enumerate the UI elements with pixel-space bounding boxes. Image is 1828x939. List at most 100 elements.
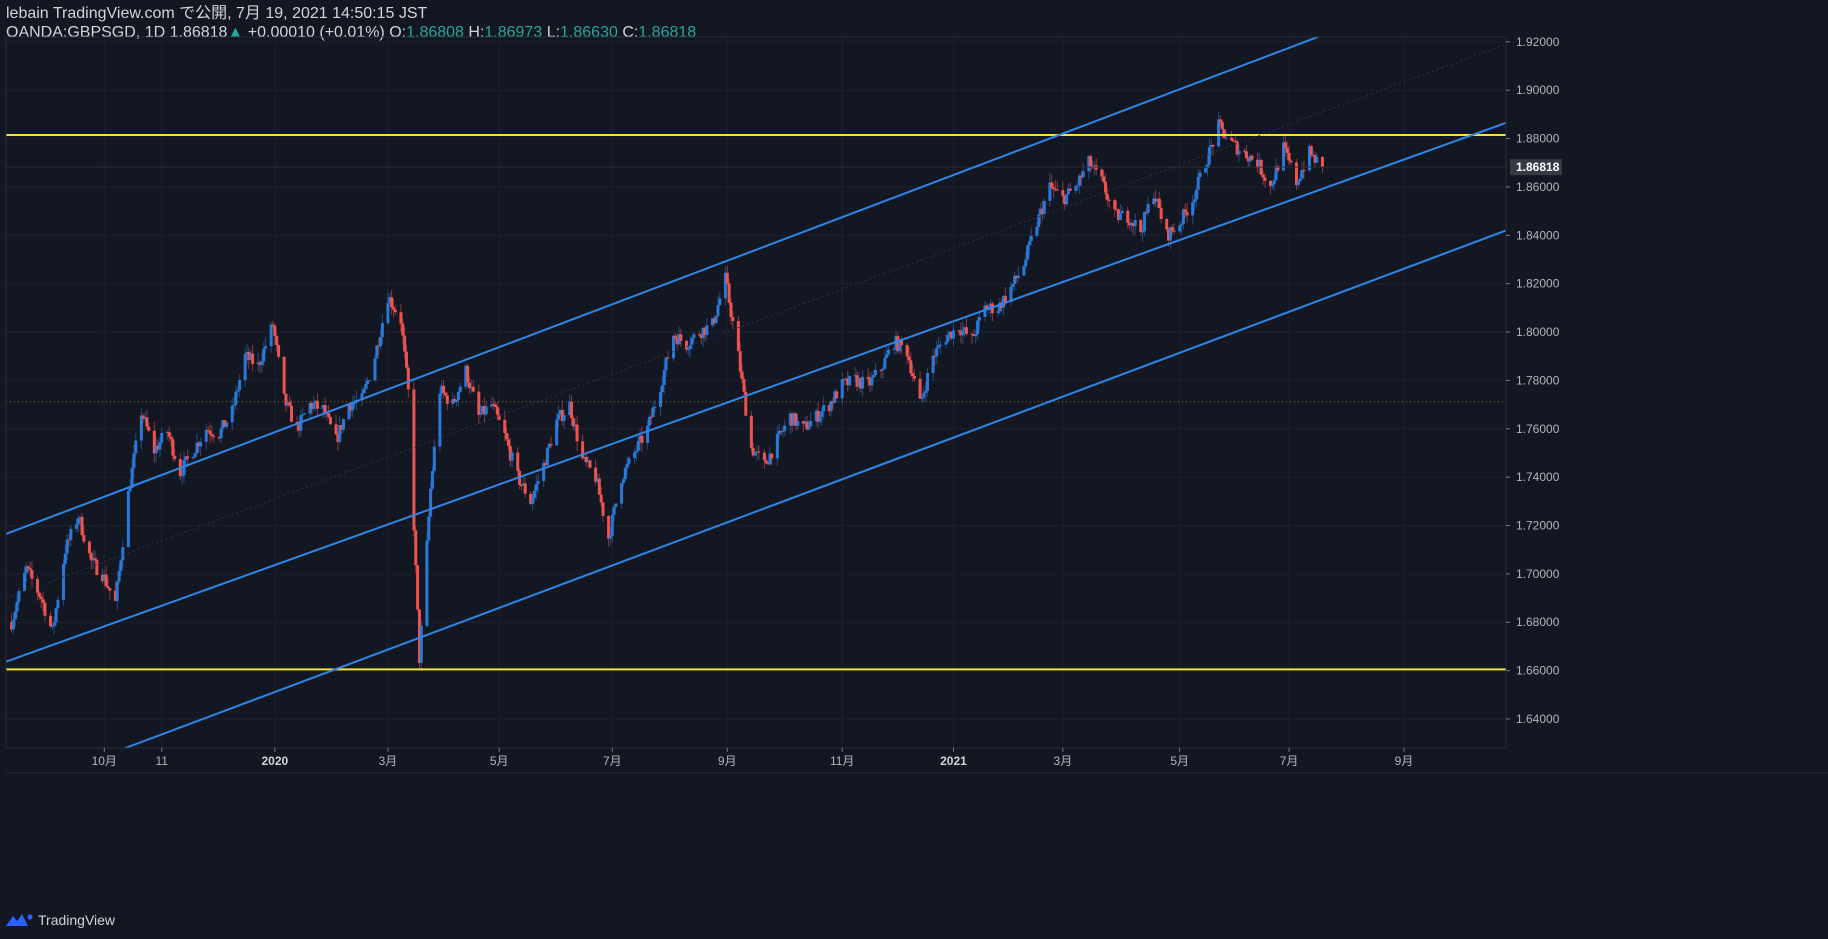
candle-body <box>269 324 273 347</box>
candle-body <box>874 370 878 376</box>
candle-body <box>341 419 345 430</box>
candle-body <box>662 370 666 386</box>
candle-body <box>13 611 17 620</box>
candle-body <box>807 426 811 430</box>
candle-body <box>232 404 236 406</box>
candle-body <box>1029 236 1033 242</box>
candle-body <box>1120 210 1124 214</box>
candle-body <box>145 417 149 427</box>
candle-body <box>121 547 125 561</box>
candles-layer <box>10 111 1324 672</box>
drawings-layer <box>6 37 1506 748</box>
x-tick-label: 9月 <box>718 754 737 768</box>
candle-body <box>1055 189 1059 191</box>
candle-body <box>275 335 279 346</box>
candle-body <box>599 494 603 503</box>
candle-body <box>977 316 981 321</box>
candle-body <box>303 413 307 415</box>
candle-body <box>367 380 371 382</box>
candle-body <box>160 433 164 443</box>
x-tick-label: 10月 <box>92 754 117 768</box>
candle-body <box>126 490 130 548</box>
candle-body <box>736 320 740 352</box>
candle-body <box>623 467 627 480</box>
candle-body <box>167 431 171 437</box>
candle-body <box>848 375 852 386</box>
candle-body <box>106 585 110 589</box>
candle-body <box>646 425 650 443</box>
candle-body <box>881 368 885 371</box>
candle-body <box>427 516 431 541</box>
candle-body <box>686 349 690 351</box>
candle-body <box>913 376 917 379</box>
candle-body <box>404 351 408 368</box>
candle-body <box>1076 185 1080 187</box>
tradingview-logo-icon <box>6 914 33 926</box>
candle-body <box>139 415 143 441</box>
candle-body <box>775 434 779 459</box>
candle-body <box>614 503 618 507</box>
candle-body <box>911 373 915 377</box>
candle-body <box>532 490 536 499</box>
candle-body <box>1052 187 1056 190</box>
candle-body <box>193 453 197 458</box>
candle-body <box>277 345 281 357</box>
candle-body <box>56 599 60 609</box>
candle-body <box>1026 245 1030 260</box>
candle-body <box>1011 284 1015 288</box>
candle-body <box>892 348 896 350</box>
candle-body <box>634 450 638 453</box>
candle-body <box>1250 155 1254 160</box>
candle-body <box>974 334 978 337</box>
candle-body <box>757 451 761 453</box>
candle-body <box>147 426 151 431</box>
candle-body <box>666 357 670 359</box>
candle-body <box>1185 211 1189 216</box>
candle-body <box>455 399 459 402</box>
candle-body <box>909 360 913 374</box>
candle-body <box>1024 259 1028 267</box>
footer: TradingView <box>6 910 115 930</box>
candle-body <box>753 452 757 456</box>
candle-body <box>633 452 637 459</box>
candle-body <box>119 560 123 571</box>
candle-body <box>1172 230 1176 232</box>
candle-body <box>1220 122 1224 130</box>
candle-body <box>1224 137 1228 139</box>
candle-body <box>362 389 366 394</box>
candle-body <box>456 391 460 400</box>
candle-body <box>206 429 210 431</box>
candle-body <box>52 622 56 626</box>
candle-body <box>597 478 601 495</box>
candle-body <box>731 317 735 321</box>
candle-body <box>659 392 663 407</box>
candle-body <box>783 425 787 431</box>
price-chart[interactable]: 1.92000 1.90000 1.88000 1.86000 1.84000 1.820… <box>0 0 1828 939</box>
candle-body <box>251 353 255 365</box>
candle-body <box>920 397 924 399</box>
candle-body <box>1003 295 1007 302</box>
candle-body <box>264 346 268 349</box>
candle-body <box>169 436 173 440</box>
candle-body <box>714 315 718 324</box>
candle-body <box>173 455 177 459</box>
candle-body <box>380 323 384 337</box>
candle-body <box>180 475 184 477</box>
candle-body <box>392 307 396 310</box>
candle-body <box>117 570 121 582</box>
candle-body <box>1170 227 1174 231</box>
candle-body <box>671 335 675 359</box>
candle-body <box>883 357 887 369</box>
candle-body <box>1283 142 1287 148</box>
y-tick-label: 1.78000 <box>1516 373 1560 387</box>
y-tick-label: 1.68000 <box>1516 615 1560 629</box>
candle-body <box>61 563 65 600</box>
candle-body <box>822 405 826 412</box>
candle-body <box>1198 172 1202 178</box>
candle-body <box>727 283 731 303</box>
candle-body <box>82 535 86 542</box>
candle-body <box>729 302 733 318</box>
x-tick-label: 2020 <box>261 754 288 768</box>
candle-body <box>69 528 73 540</box>
candle-body <box>1027 241 1031 246</box>
